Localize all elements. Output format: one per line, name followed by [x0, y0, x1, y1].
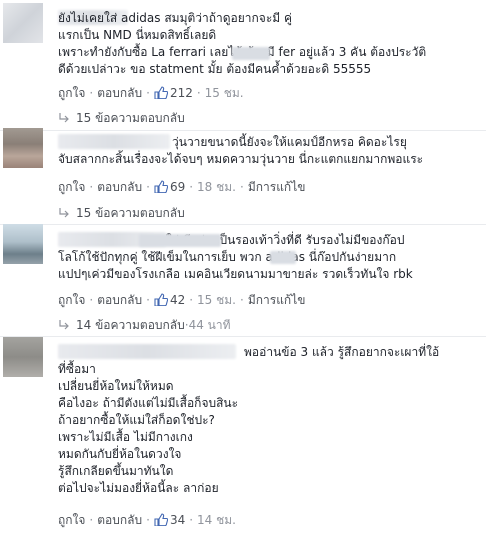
reply-arrow-icon: [59, 320, 69, 330]
comment-actions: ถูกใจ · ตอบกลับ · 34 · 14 ชม.: [58, 513, 236, 527]
divider: [0, 130, 486, 131]
timestamp[interactable]: 15 ชม.: [197, 293, 236, 307]
comment-text: วุ่นวายขนาดนี้ยังจะให้แคมป์อีกหรอ คิดอะไ…: [58, 135, 424, 166]
view-replies-link[interactable]: 15 ข้อความตอบกลับ: [58, 204, 185, 223]
like-count[interactable]: 34: [154, 513, 185, 527]
avatar[interactable]: [3, 128, 43, 168]
edited-link[interactable]: มีการแก้ไข: [248, 180, 306, 194]
divider: [0, 336, 486, 337]
reply-arrow-icon: [59, 208, 69, 218]
avatar[interactable]: [3, 3, 43, 43]
thumbs-up-icon: [154, 513, 168, 526]
reply-link[interactable]: ตอบกลับ: [97, 513, 142, 527]
like-count[interactable]: 212: [154, 86, 193, 100]
timestamp[interactable]: 15 ชม.: [205, 86, 244, 100]
like-link[interactable]: ถูกใจ: [58, 513, 85, 527]
comment-actions: ถูกใจ · ตอบกลับ · 212 · 15 ชม.: [58, 86, 244, 100]
like-link[interactable]: ถูกใจ: [58, 180, 85, 194]
thumbs-up-icon: [154, 86, 168, 99]
reply-arrow-icon: [59, 113, 69, 123]
redacted-inline: [139, 234, 221, 247]
edited-link[interactable]: มีการแก้ไข: [248, 293, 306, 307]
reply-link[interactable]: ตอบกลับ: [97, 293, 142, 307]
comment-text: ใส่ ดีกว่า เป็นรองเท้าวิ่งที่ดี รับรองไม…: [58, 233, 413, 281]
like-link[interactable]: ถูกใจ: [58, 293, 85, 307]
view-replies-link[interactable]: 14 ข้อความตอบกลับ·44 นาที: [58, 316, 231, 335]
view-replies-link[interactable]: 15 ข้อความตอบกลับ: [58, 109, 185, 128]
thumbs-up-icon: [154, 293, 168, 306]
reply-link[interactable]: ตอบกลับ: [97, 86, 142, 100]
redacted-inline: [232, 47, 270, 60]
like-link[interactable]: ถูกใจ: [58, 86, 85, 100]
reply-link[interactable]: ตอบกลับ: [97, 180, 142, 194]
avatar[interactable]: [3, 337, 43, 377]
comment-text: ยังไม่เคยใส่ adidas สมมุติว่าถ้าดูอยากจะ…: [58, 11, 427, 76]
like-count[interactable]: 42: [154, 293, 185, 307]
comment-actions: ถูกใจ · ตอบกลับ · 69 · 18 ชม. · มีการแก้ไข: [58, 180, 306, 194]
comment-text: พออ่านข้อ 3 แล้ว รู้สึกอยากจะเผาที่ใอ้ ท…: [58, 345, 440, 495]
like-count[interactable]: 69: [154, 180, 185, 194]
redacted-inline: [270, 251, 296, 264]
replies-time: 44 นาที: [188, 318, 231, 332]
comment-actions: ถูกใจ · ตอบกลับ · 42 · 15 ชม. · มีการแก้ไข: [58, 293, 306, 307]
thumbs-up-icon: [154, 180, 168, 193]
avatar[interactable]: [3, 224, 43, 264]
divider: [0, 224, 486, 225]
timestamp[interactable]: 14 ชม.: [197, 513, 236, 527]
timestamp[interactable]: 18 ชม.: [197, 180, 236, 194]
